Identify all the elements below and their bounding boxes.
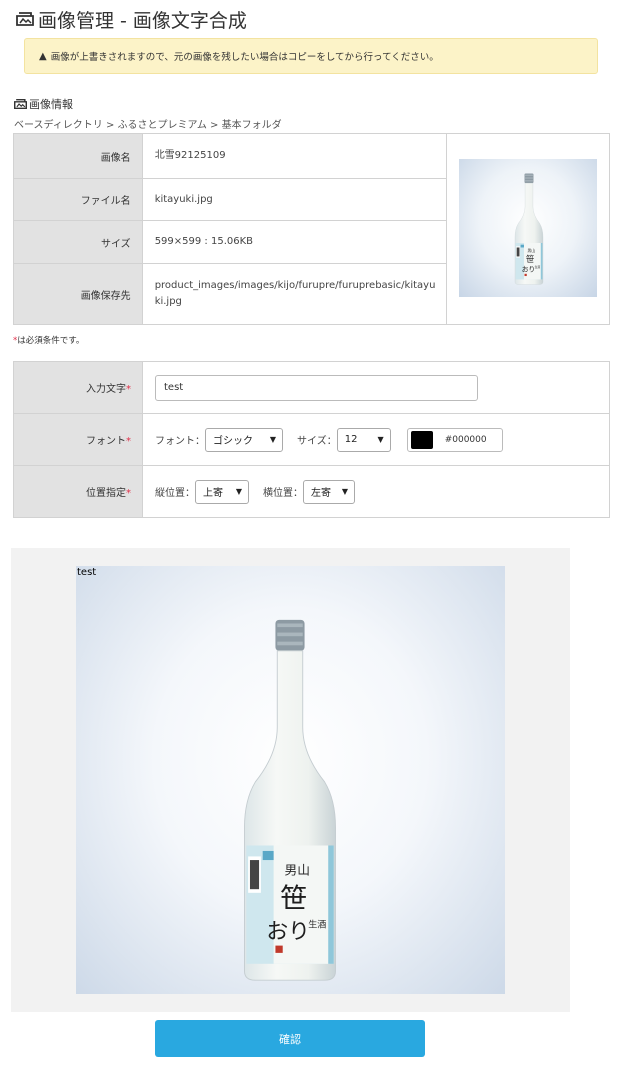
color-value: #000000 [444,434,487,445]
position-cell: 縦位置： 上寄 ▼ 横位置： 左寄 ▼ [142,465,610,518]
section-title: 画像情報 [14,96,73,112]
chevron-down-icon: ▼ [235,487,242,496]
horizontal-position-label: 横位置： [263,488,303,499]
file-name-label: ファイル名 [13,178,143,221]
color-picker[interactable]: #000000 [406,427,503,452]
color-swatch[interactable] [410,430,433,449]
font-family-label: フォント： [155,436,205,447]
warning-icon: ▲ [39,50,47,62]
preview-image: test [76,566,505,994]
vertical-position-label: 縦位置： [155,488,195,499]
preview-overlay-text: test [77,567,97,578]
horizontal-position-value: 左寄 [311,488,331,499]
table-row: フォント* フォント： ゴシック ▼ サイズ： 12 ▼ #000000 [13,413,610,466]
vertical-position-select[interactable]: 上寄 ▼ [195,479,249,504]
input-text-label: 入力文字* [13,361,143,414]
chevron-down-icon: ▼ [377,435,384,444]
font-label: フォント* [13,413,143,466]
font-family-select[interactable]: ゴシック ▼ [205,427,283,452]
horizontal-position-select[interactable]: 左寄 ▼ [303,479,355,504]
warning-text: 画像が上書きされますので、元の画像を残したい場合はコピーをしてから行ってください… [50,52,439,63]
section-title-text: 画像情報 [29,98,73,111]
breadcrumb: ベースディレクトリ > ふるさとプレミアム > 基本フォルダ [14,120,282,131]
required-mark: * [126,436,131,447]
sake-bottle-image [230,618,350,982]
table-row: 画像名 北雪92125109 [13,133,610,325]
position-label: 位置指定* [13,465,143,518]
size-value: 599×599 : 15.06KB [141,220,448,264]
image-folder-icon [16,11,34,27]
chevron-down-icon: ▼ [341,487,348,496]
input-text-label-text: 入力文字 [86,384,126,395]
table-row: 位置指定* 縦位置： 上寄 ▼ 横位置： 左寄 ▼ [13,465,610,518]
table-row: 入力文字* [13,361,610,414]
required-mark: * [126,488,131,499]
confirm-button[interactable]: 確認 [155,1020,425,1057]
image-info-table: 画像名 北雪92125109 ファイル名 kitayuki.jpg サイズ 59… [13,133,610,325]
save-path-label: 画像保存先 [13,263,143,325]
input-text-cell [142,361,610,414]
font-size-select[interactable]: 12 ▼ [336,427,391,452]
save-path-value: product_images/images/kijo/furupre/furup… [141,263,448,325]
preview-area: test [11,548,570,1012]
image-name-label: 画像名 [13,133,143,179]
warning-alert: ▲ 画像が上書きされますので、元の画像を残したい場合はコピーをしてから行ってくだ… [24,38,598,74]
image-thumbnail-cell [446,133,610,325]
required-note-text: は必須条件です。 [17,336,85,346]
image-thumbnail [459,158,598,297]
font-size-label: サイズ： [297,436,337,447]
required-note: *は必須条件です。 [13,334,84,346]
required-mark: * [126,384,131,395]
file-name-value: kitayuki.jpg [141,178,448,221]
font-label-text: フォント [86,436,126,447]
size-label: サイズ [13,220,143,264]
image-name-value: 北雪92125109 [141,133,448,179]
image-folder-icon [14,98,27,110]
position-label-text: 位置指定 [86,488,126,499]
composite-form: 入力文字* フォント* フォント： ゴシック ▼ サイズ： 12 ▼ [13,361,610,518]
vertical-position-value: 上寄 [203,488,223,499]
font-size-value: 12 [344,434,358,445]
input-text-field[interactable] [155,374,478,401]
font-family-value: ゴシック [213,436,253,447]
page-title-text: 画像管理 - 画像文字合成 [38,9,247,32]
page-title: 画像管理 - 画像文字合成 [16,6,247,32]
chevron-down-icon: ▼ [269,435,276,444]
font-cell: フォント： ゴシック ▼ サイズ： 12 ▼ #000000 [142,413,610,466]
